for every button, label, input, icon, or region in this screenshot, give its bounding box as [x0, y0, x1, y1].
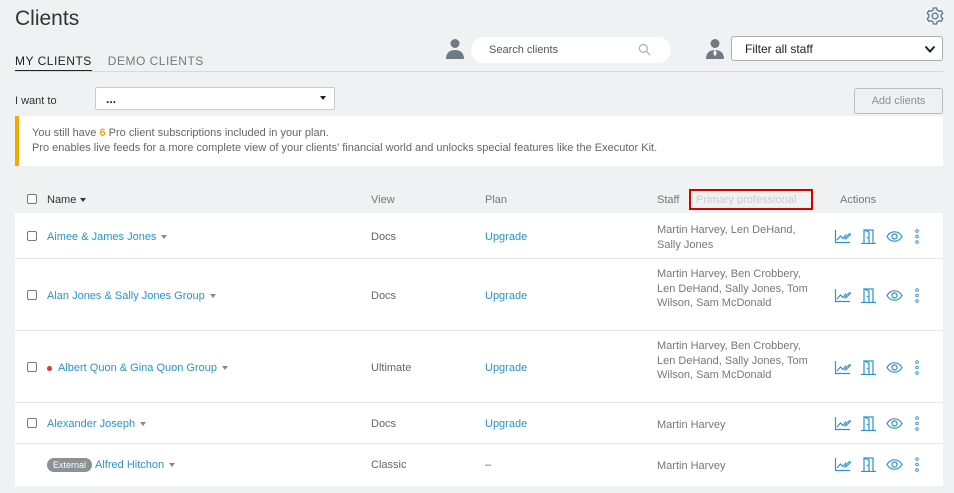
- client-tabs: MY CLIENTS DEMO CLIENTS: [15, 54, 204, 72]
- door-icon[interactable]: [859, 228, 877, 244]
- table-row: External Alfred Hitchon Classic – Martin …: [15, 444, 943, 486]
- row-checkbox[interactable]: [27, 290, 37, 300]
- row-checkbox[interactable]: [27, 231, 37, 241]
- staff-user-icon: [706, 39, 724, 59]
- user-icon: [446, 39, 464, 59]
- row-actions: [833, 228, 929, 244]
- table-row: Aimee & James Jones Docs Upgrade Martin …: [15, 213, 943, 259]
- row-caret-icon: [209, 294, 216, 299]
- client-name-link[interactable]: External Alfred Hitchon: [47, 458, 176, 472]
- search-box: [471, 37, 671, 63]
- primary-professional-header[interactable]: Primary professional: [696, 194, 796, 206]
- table-header: Name View Plan Staff Primary professiona…: [15, 186, 943, 213]
- more-vertical-icon[interactable]: [913, 415, 921, 431]
- row-checkbox[interactable]: [27, 362, 37, 372]
- page-title: Clients: [15, 7, 80, 30]
- staff-column-header: Staff: [657, 194, 680, 206]
- more-vertical-icon[interactable]: [913, 456, 921, 472]
- client-view: Classic: [371, 459, 407, 471]
- caret-down-icon: [320, 96, 326, 100]
- tab-demo-clients[interactable]: DEMO CLIENTS: [108, 54, 204, 72]
- search-icon[interactable]: [638, 43, 651, 56]
- search-input[interactable]: [489, 41, 639, 59]
- chart-edit-icon[interactable]: [833, 287, 851, 303]
- name-column-header[interactable]: Name: [47, 194, 87, 206]
- door-icon[interactable]: [859, 415, 877, 431]
- tab-my-clients[interactable]: MY CLIENTS: [15, 54, 92, 72]
- client-view: Ultimate: [371, 362, 412, 374]
- row-actions: [833, 456, 929, 472]
- table-row: Albert Quon & Gina Quon Group Ultimate U…: [15, 331, 943, 403]
- upgrade-link[interactable]: Upgrade: [485, 362, 527, 374]
- row-checkbox[interactable]: [27, 418, 37, 428]
- row-caret-icon: [140, 422, 147, 427]
- client-name-link[interactable]: Aimee & James Jones: [47, 231, 168, 243]
- view-column-header: View: [371, 194, 395, 206]
- row-caret-icon: [221, 366, 228, 371]
- clients-table: Name View Plan Staff Primary professiona…: [15, 186, 943, 486]
- staff-filter-select[interactable]: Filter all staff: [731, 36, 943, 61]
- upgrade-link[interactable]: Upgrade: [485, 231, 527, 243]
- eye-icon[interactable]: [885, 359, 903, 375]
- notice-line-2: Pro enables live feeds for a more comple…: [32, 142, 658, 154]
- select-all-checkbox[interactable]: [27, 194, 37, 204]
- i-want-to-label: I want to: [15, 95, 57, 107]
- client-staff: Martin Harvey, Ben Crobbery, Len DeHand,…: [657, 340, 808, 381]
- upgrade-link[interactable]: Upgrade: [485, 418, 527, 430]
- client-staff: Martin Harvey: [657, 460, 726, 472]
- client-staff: Martin Harvey: [657, 419, 726, 431]
- chart-edit-icon[interactable]: [833, 456, 851, 472]
- row-actions: [833, 415, 929, 431]
- status-dot: [47, 365, 52, 371]
- more-vertical-icon[interactable]: [913, 228, 921, 244]
- tabs-divider: [15, 71, 943, 72]
- row-caret-icon: [161, 235, 168, 240]
- external-badge: External: [47, 458, 93, 472]
- door-icon[interactable]: [859, 359, 877, 375]
- primary-professional-highlight: Primary professional: [689, 189, 813, 210]
- chart-edit-icon[interactable]: [833, 228, 851, 244]
- client-plan: –: [485, 459, 492, 471]
- door-icon[interactable]: [859, 456, 877, 472]
- add-clients-button[interactable]: Add clients: [854, 88, 943, 114]
- upgrade-link[interactable]: Upgrade: [485, 290, 527, 302]
- row-actions: [833, 287, 929, 303]
- table-row: Alan Jones & Sally Jones Group Docs Upgr…: [15, 259, 943, 331]
- chart-edit-icon[interactable]: [833, 415, 851, 431]
- plan-column-header: Plan: [485, 194, 508, 206]
- door-icon[interactable]: [859, 287, 877, 303]
- sort-caret-icon: [80, 198, 87, 203]
- client-view: Docs: [371, 231, 397, 243]
- i-want-to-value: ...: [106, 92, 117, 106]
- i-want-to-select[interactable]: ...: [95, 87, 335, 110]
- table-row: Alexander Joseph Docs Upgrade Martin Har…: [15, 403, 943, 444]
- client-staff: Martin Harvey, Len DeHand, Sally Jones: [657, 224, 796, 251]
- more-vertical-icon[interactable]: [913, 287, 921, 303]
- eye-icon[interactable]: [885, 228, 903, 244]
- client-view: Docs: [371, 290, 397, 302]
- gear-icon[interactable]: [925, 6, 945, 26]
- actions-column-header: Actions: [840, 194, 877, 206]
- client-staff: Martin Harvey, Ben Crobbery, Len DeHand,…: [657, 268, 808, 309]
- chart-edit-icon[interactable]: [833, 359, 851, 375]
- chevron-down-icon: [924, 45, 936, 53]
- row-actions: [833, 359, 929, 375]
- eye-icon[interactable]: [885, 415, 903, 431]
- eye-icon[interactable]: [885, 456, 903, 472]
- client-view: Docs: [371, 418, 397, 430]
- staff-filter-value: Filter all staff: [745, 42, 813, 56]
- client-name-link[interactable]: Alan Jones & Sally Jones Group: [47, 290, 216, 302]
- pro-subscription-notice: You still have 6 Pro client subscription…: [15, 116, 943, 166]
- row-caret-icon: [169, 463, 176, 467]
- notice-line-1: You still have 6 Pro client subscription…: [32, 127, 329, 139]
- eye-icon[interactable]: [885, 287, 903, 303]
- client-name-link[interactable]: Alexander Joseph: [47, 418, 147, 430]
- more-vertical-icon[interactable]: [913, 359, 921, 375]
- client-name-link[interactable]: Albert Quon & Gina Quon Group: [47, 362, 228, 374]
